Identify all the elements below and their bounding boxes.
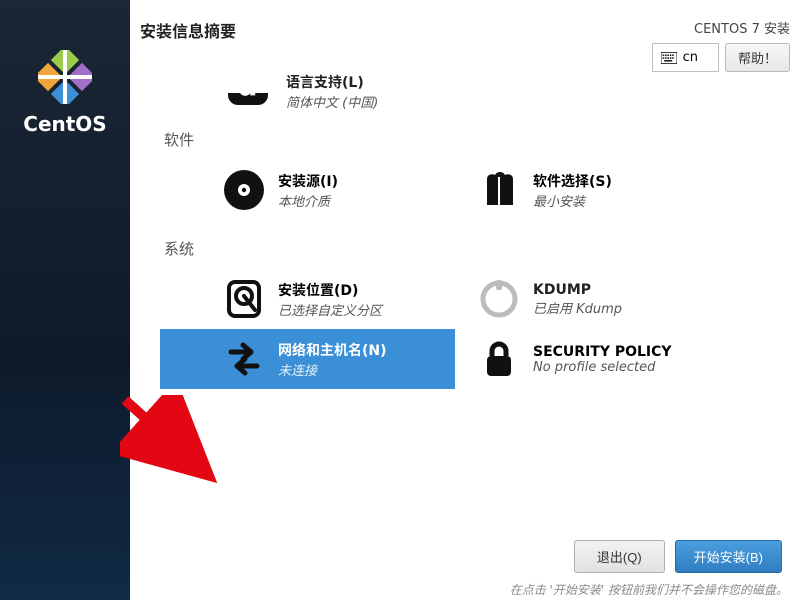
spoke-software-selection[interactable]: 软件选择(S) 最小安装 [455,160,750,220]
spoke-title: 安装源(I) [278,171,338,191]
spoke-title: 软件选择(S) [533,171,612,191]
help-button[interactable]: 帮助！ [725,43,790,72]
spoke-kdump[interactable]: KDUMP 已启用 Kdump [455,269,750,329]
language-icon: á [218,93,278,111]
package-icon [473,164,525,216]
spoke-install-source[interactable]: 安装源(I) 本地介质 [160,160,455,220]
kdump-icon [473,273,525,325]
spoke-language-support[interactable]: á 语言支持(L) 简体中文 (中国) [160,72,800,111]
spoke-subtitle: 简体中文 (中国) [286,92,378,111]
spoke-title: KDUMP [533,282,622,298]
disk-icon [218,273,270,325]
keyboard-icon [661,52,677,64]
spoke-title: 网络和主机名(N) [278,340,387,360]
spoke-install-destination[interactable]: 安装位置(D) 已选择自定义分区 [160,269,455,329]
svg-text:á: á [239,93,258,102]
centos-logo: CentOS [23,50,106,136]
spoke-network-hostname[interactable]: 网络和主机名(N) 未连接 [160,329,455,389]
quit-button[interactable]: 退出(Q) [574,540,665,573]
category-label-system: 系统 [164,238,800,259]
footer: 退出(Q) 开始安装(B) 在点击 '开始安装' 按钮前我们并不会操作您的磁盘。 [130,534,800,600]
header: 安装信息摘要 CENTOS 7 安装 cn 帮助！ [130,0,800,72]
content-area: á 语言支持(L) 简体中文 (中国) 软件 安装源(I) 本地介质 [130,72,800,600]
sidebar: CentOS [0,0,130,600]
spoke-subtitle: 最小安装 [533,191,612,210]
category-label-software: 软件 [164,129,800,150]
spoke-security-policy[interactable]: SECURITY POLICY No profile selected [455,329,750,389]
spoke-subtitle: No profile selected [533,360,672,375]
spoke-title: 语言支持(L) [286,72,378,92]
keyboard-layout-indicator[interactable]: cn [652,43,719,72]
spoke-title: 安装位置(D) [278,280,382,300]
product-label: CENTOS 7 安装 [694,18,790,37]
disc-icon [218,164,270,216]
brand-label: CentOS [23,112,106,136]
main-panel: 安装信息摘要 CENTOS 7 安装 cn 帮助！ á 语言支持(L) 简体中文… [130,0,800,600]
spoke-subtitle: 本地介质 [278,191,338,210]
spoke-subtitle: 未连接 [278,360,387,379]
spoke-subtitle: 已选择自定义分区 [278,300,382,319]
begin-install-button[interactable]: 开始安装(B) [675,540,782,573]
spoke-title: SECURITY POLICY [533,344,672,360]
spoke-subtitle: 已启用 Kdump [533,298,622,317]
lock-icon [473,333,525,385]
network-icon [218,333,270,385]
keyboard-layout-label: cn [683,50,698,65]
footer-hint: 在点击 '开始安装' 按钮前我们并不会操作您的磁盘。 [130,581,792,598]
page-title: 安装信息摘要 [140,18,236,42]
